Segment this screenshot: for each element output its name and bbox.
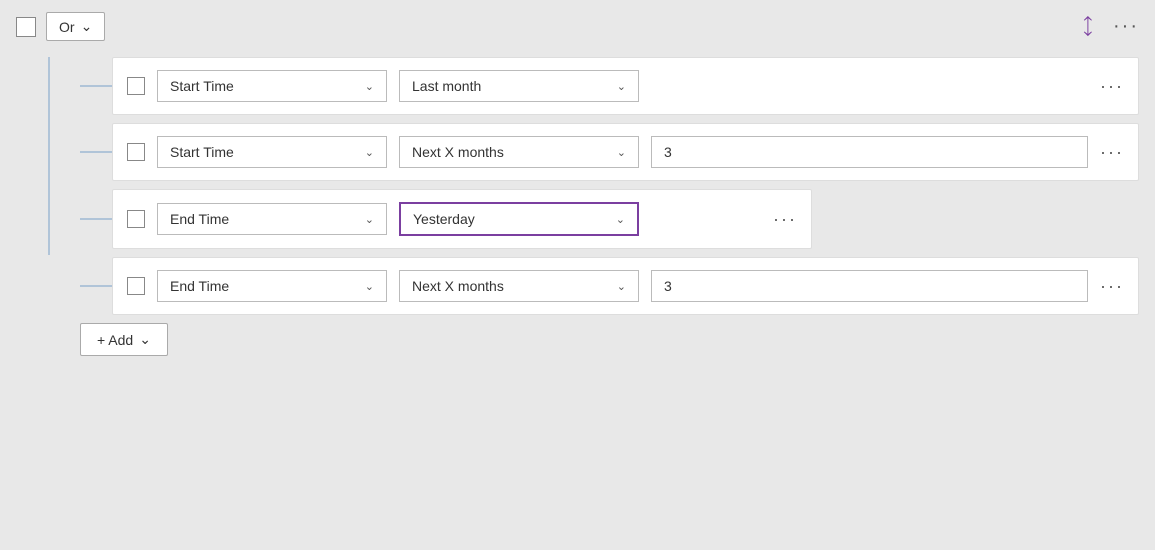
row-2-field-chevron-icon: ⌄	[365, 146, 374, 159]
row-3-operator-dropdown[interactable]: Yesterday ⌄	[399, 202, 639, 236]
row-1-operator-label: Last month	[412, 78, 481, 94]
row-2-operator-dropdown[interactable]: Next X months ⌄	[399, 136, 639, 168]
row-4-operator-dropdown[interactable]: Next X months ⌄	[399, 270, 639, 302]
filter-row-3: End Time ⌄ Yesterday ⌄ ···	[112, 189, 812, 249]
filter-row-4: End Time ⌄ Next X months ⌄ ···	[112, 257, 1139, 315]
row-3-field-dropdown[interactable]: End Time ⌄	[157, 203, 387, 235]
row-2-value-input[interactable]	[651, 136, 1088, 168]
h-connector-3	[80, 218, 112, 220]
row-4-operator-chevron-icon: ⌄	[617, 280, 626, 293]
top-more-icon[interactable]: ···	[1113, 15, 1139, 38]
row-4-field-chevron-icon: ⌄	[365, 280, 374, 293]
row-1-more-icon[interactable]: ···	[1100, 76, 1124, 97]
row-3-operator-label: Yesterday	[413, 211, 475, 227]
add-chevron-icon: ⌄	[139, 331, 151, 348]
row-4-field-label: End Time	[170, 278, 229, 294]
vertical-line	[48, 57, 50, 255]
row-1-field-dropdown[interactable]: Start Time ⌄	[157, 70, 387, 102]
filter-row-wrapper-4: End Time ⌄ Next X months ⌄ ···	[80, 257, 1139, 315]
add-button[interactable]: + Add ⌄	[80, 323, 168, 356]
row-1-field-label: Start Time	[170, 78, 234, 94]
row-3-field-chevron-icon: ⌄	[365, 213, 374, 226]
row-2-field-label: Start Time	[170, 144, 234, 160]
h-connector-4	[80, 285, 112, 287]
row-3-checkbox[interactable]	[127, 210, 145, 228]
row-3-more-icon[interactable]: ···	[773, 209, 797, 230]
filter-row-wrapper-2: Start Time ⌄ Next X months ⌄ ···	[80, 123, 1139, 181]
row-1-checkbox[interactable]	[127, 77, 145, 95]
row-3-field-label: End Time	[170, 211, 229, 227]
or-label: Or	[59, 19, 75, 35]
or-button[interactable]: Or ⌄	[46, 12, 105, 41]
h-connector-1	[80, 85, 112, 87]
row-2-checkbox[interactable]	[127, 143, 145, 161]
filter-row-2: Start Time ⌄ Next X months ⌄ ···	[112, 123, 1139, 181]
row-4-more-icon[interactable]: ···	[1100, 276, 1124, 297]
collapse-icon[interactable]: ⤡	[1073, 13, 1101, 41]
row-4-field-dropdown[interactable]: End Time ⌄	[157, 270, 387, 302]
filter-row-wrapper-3: End Time ⌄ Yesterday ⌄ ···	[80, 189, 1139, 249]
row-3-operator-chevron-icon: ⌄	[616, 213, 625, 226]
top-checkbox[interactable]	[16, 17, 36, 37]
row-4-checkbox[interactable]	[127, 277, 145, 295]
add-button-area: + Add ⌄	[80, 323, 1139, 356]
or-chevron-icon: ⌄	[81, 18, 93, 35]
row-2-operator-label: Next X months	[412, 144, 504, 160]
h-connector-2	[80, 151, 112, 153]
left-connector	[16, 57, 80, 315]
add-label: + Add	[97, 332, 133, 348]
rows-area: Start Time ⌄ Last month ⌄ ··· Start Ti	[80, 57, 1139, 315]
filter-row-1: Start Time ⌄ Last month ⌄ ···	[112, 57, 1139, 115]
row-2-field-dropdown[interactable]: Start Time ⌄	[157, 136, 387, 168]
row-2-operator-chevron-icon: ⌄	[617, 146, 626, 159]
filter-row-wrapper-1: Start Time ⌄ Last month ⌄ ···	[80, 57, 1139, 115]
row-1-operator-chevron-icon: ⌄	[617, 80, 626, 93]
row-1-operator-dropdown[interactable]: Last month ⌄	[399, 70, 639, 102]
row-4-operator-label: Next X months	[412, 278, 504, 294]
row-4-value-input[interactable]	[651, 270, 1088, 302]
row-2-more-icon[interactable]: ···	[1100, 142, 1124, 163]
row-1-field-chevron-icon: ⌄	[365, 80, 374, 93]
